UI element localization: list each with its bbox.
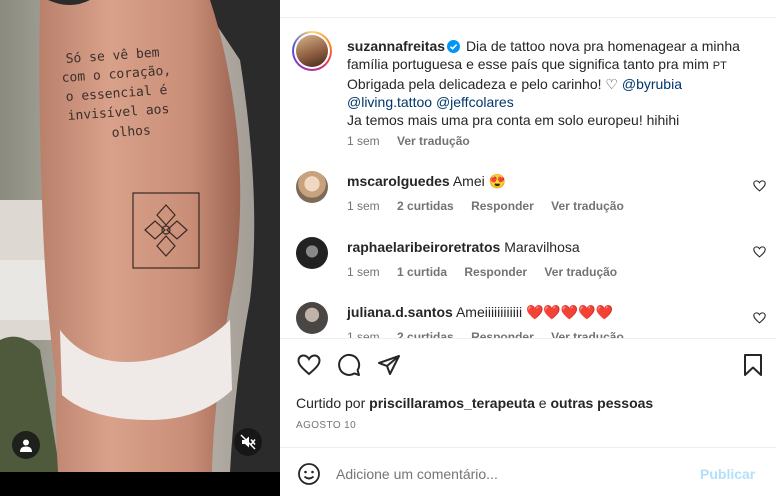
comment-3-meta: 1 sem 2 curtidas Responder Ver tradução	[347, 330, 638, 338]
smiley-icon	[298, 463, 320, 485]
verified-badge-icon	[447, 40, 461, 53]
save-button[interactable]	[740, 352, 766, 378]
comment-text: Ameiiiiiiiiiiii	[455, 304, 523, 320]
comment-like-heart-icon[interactable]	[753, 312, 766, 324]
comment-box-divider	[280, 447, 776, 448]
comment-username[interactable]: mscarolguedes	[347, 173, 450, 189]
caption-time[interactable]: 1 sem	[347, 134, 380, 148]
mute-button[interactable]	[234, 428, 262, 456]
comment-2-meta: 1 sem 1 curtida Responder Ver tradução	[347, 265, 631, 279]
caption-heart: ♡	[605, 76, 618, 92]
comment-2: raphaelaribeiroretratos Maravilhosa	[347, 239, 580, 255]
comment-3-clip: juliana.d.santos Ameiiiiiiiiiiii ❤️❤️❤️❤…	[280, 290, 776, 338]
like-button[interactable]	[296, 352, 322, 378]
reply-button[interactable]: Responder	[464, 265, 527, 279]
post-media: Só se vê bem com o coração, o essencial …	[0, 0, 280, 496]
comment-input[interactable]	[336, 466, 676, 482]
comment-username[interactable]: raphaelaribeiroretratos	[347, 239, 500, 255]
mention-jeffcolares[interactable]: @jeffcolares	[436, 94, 514, 110]
comment-likes[interactable]: 1 curtida	[397, 265, 447, 279]
mention-living-tattoo[interactable]: @living.tattoo	[347, 94, 432, 110]
caption-text-5: Ja temos mais uma pra conta em solo euro…	[347, 112, 680, 128]
reply-button[interactable]: Responder	[471, 199, 534, 213]
comment-emoji: 😍	[488, 173, 507, 189]
publish-button[interactable]: Publicar	[700, 466, 755, 482]
comment-text: Amei	[452, 173, 485, 189]
caption-text-3: Obrigada pela delicadeza e pelo carinho!	[347, 76, 602, 92]
post-caption: suzannafreitas Dia de tattoo nova pra ho…	[347, 37, 767, 129]
flag-text: PT	[712, 60, 727, 72]
comment-bubble-icon	[338, 353, 361, 376]
comment-time[interactable]: 1 sem	[347, 265, 380, 279]
mention-byrubia[interactable]: @byrubia	[622, 76, 682, 92]
comment-text: Maravilhosa	[504, 239, 580, 255]
header-divider	[280, 0, 776, 18]
author-username[interactable]: suzannafreitas	[347, 38, 445, 54]
reply-button[interactable]: Responder	[471, 330, 534, 338]
emoji-button[interactable]	[296, 461, 322, 487]
likes-others[interactable]: outras pessoas	[550, 395, 653, 411]
comment-like-heart-icon[interactable]	[753, 246, 766, 258]
comment-emoji: ❤️❤️❤️❤️❤️	[525, 304, 614, 320]
post-date[interactable]: AGOSTO 10	[296, 420, 356, 431]
caption-translate[interactable]: Ver tradução	[397, 134, 470, 148]
tagged-users-button[interactable]	[12, 431, 40, 459]
author-avatar[interactable]	[292, 31, 332, 71]
commenter-avatar[interactable]	[296, 237, 328, 269]
comment-1: mscarolguedes Amei 😍	[347, 173, 506, 190]
comment-3: juliana.d.santos Ameiiiiiiiiiiii ❤️❤️❤️❤…	[347, 304, 613, 321]
comment-time[interactable]: 1 sem	[347, 199, 380, 213]
comment-likes[interactable]: 2 curtidas	[397, 330, 454, 338]
paper-plane-icon	[378, 355, 400, 375]
likes-summary: Curtido por priscillaramos_terapeuta e o…	[296, 395, 653, 411]
caption-text-2: família portuguesa e esse país que signi…	[347, 56, 709, 72]
comment-like-heart-icon[interactable]	[753, 180, 766, 192]
comment-button[interactable]	[336, 352, 362, 378]
comment-username[interactable]: juliana.d.santos	[347, 304, 453, 320]
bookmark-icon	[744, 354, 762, 376]
comment-translate[interactable]: Ver tradução	[544, 265, 617, 279]
heart-icon	[297, 354, 321, 376]
media-bottom-bar	[0, 472, 280, 496]
commenter-avatar[interactable]	[296, 171, 328, 203]
muted-speaker-icon	[240, 434, 256, 450]
actions-divider	[280, 338, 776, 339]
caption-text-1: Dia de tattoo nova pra homenagear a minh…	[465, 38, 740, 54]
post-panel: suzannafreitas Dia de tattoo nova pra ho…	[280, 0, 776, 496]
likes-and: e	[538, 395, 547, 411]
comment-translate[interactable]: Ver tradução	[551, 199, 624, 213]
share-button[interactable]	[376, 352, 402, 378]
caption-meta: 1 sem Ver tradução	[347, 134, 484, 148]
tattoo-text-5: olhos	[111, 123, 151, 141]
likes-prefix: Curtido por	[296, 395, 366, 411]
comment-1-meta: 1 sem 2 curtidas Responder Ver tradução	[347, 199, 638, 213]
comment-time[interactable]: 1 sem	[347, 330, 380, 338]
comment-translate[interactable]: Ver tradução	[551, 330, 624, 338]
comment-likes[interactable]: 2 curtidas	[397, 199, 454, 213]
user-icon	[20, 439, 32, 452]
tattoo-photo: Só se vê bem com o coração, o essencial …	[0, 0, 280, 496]
commenter-avatar[interactable]	[296, 302, 328, 334]
likes-user[interactable]: priscillaramos_terapeuta	[369, 395, 535, 411]
